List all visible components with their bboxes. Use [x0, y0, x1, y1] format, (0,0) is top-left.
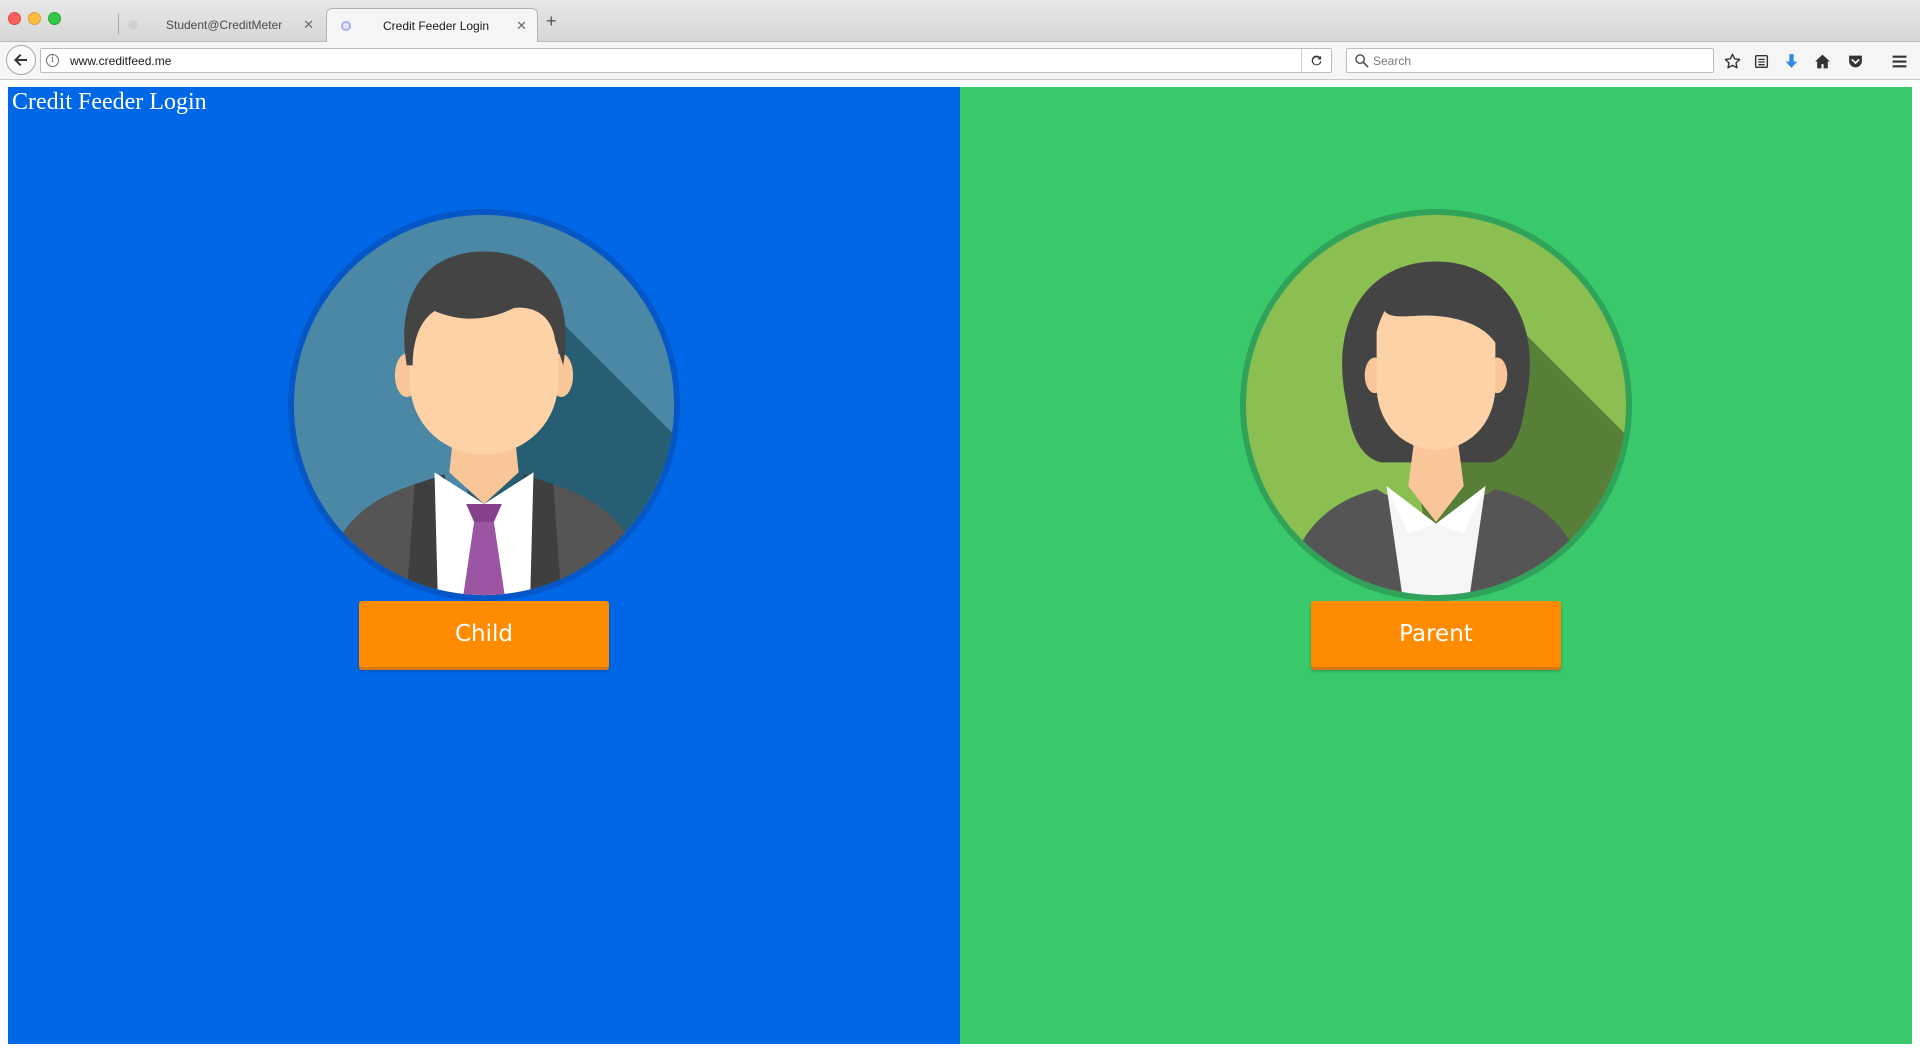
new-tab-plus-icon[interactable]: + [546, 12, 557, 30]
menu-hamburger-icon[interactable] [1888, 50, 1910, 72]
close-window-button[interactable] [8, 12, 21, 25]
site-info-icon[interactable]: i [46, 54, 59, 67]
search-input[interactable] [1373, 52, 1703, 69]
tab-favicon-icon [341, 21, 351, 31]
tab-label: Student@CreditMeter [166, 18, 283, 32]
child-login-button[interactable]: Child [359, 601, 609, 667]
pocket-icon[interactable] [1844, 50, 1866, 72]
tab-student-creditmeter[interactable]: Student@CreditMeter ✕ [118, 8, 324, 42]
child-panel: Credit Feeder Login Child [8, 87, 960, 1044]
search-bar[interactable] [1346, 48, 1714, 73]
url-bar[interactable]: i www.creditfeed.me [40, 48, 1332, 73]
tab-favicon-icon [128, 20, 138, 30]
tab-close-icon[interactable]: ✕ [516, 18, 527, 34]
bookmark-star-icon[interactable] [1721, 50, 1743, 72]
browser-navbar: i www.creditfeed.me [0, 42, 1920, 80]
parent-panel: Parent [960, 87, 1912, 1044]
zoom-window-button[interactable] [48, 12, 61, 25]
search-icon [1355, 54, 1369, 68]
browser-titlebar: Student@CreditMeter ✕ Credit Feeder Logi… [0, 0, 1920, 43]
page-viewport: Credit Feeder Login Child Parent [0, 81, 1920, 1052]
businesswoman-avatar-icon[interactable] [1238, 207, 1634, 603]
login-page: Credit Feeder Login Child Parent [8, 87, 1912, 1044]
reading-list-icon[interactable] [1750, 50, 1772, 72]
back-arrow-icon [14, 54, 27, 66]
url-text[interactable]: www.creditfeed.me [70, 54, 171, 68]
tab-label: Credit Feeder Login [383, 19, 490, 33]
reload-button[interactable] [1301, 49, 1331, 72]
tab-close-icon[interactable]: ✕ [303, 17, 314, 33]
minimize-window-button[interactable] [28, 12, 41, 25]
businessman-avatar-icon[interactable] [286, 207, 682, 603]
downloads-arrow-icon[interactable] [1780, 50, 1802, 72]
tab-credit-feeder-login[interactable]: Credit Feeder Login ✕ [326, 8, 538, 43]
parent-login-button[interactable]: Parent [1311, 601, 1561, 667]
reload-icon [1311, 55, 1322, 66]
back-button[interactable] [6, 45, 36, 75]
home-icon[interactable] [1811, 50, 1833, 72]
page-title: Credit Feeder Login [12, 89, 207, 115]
